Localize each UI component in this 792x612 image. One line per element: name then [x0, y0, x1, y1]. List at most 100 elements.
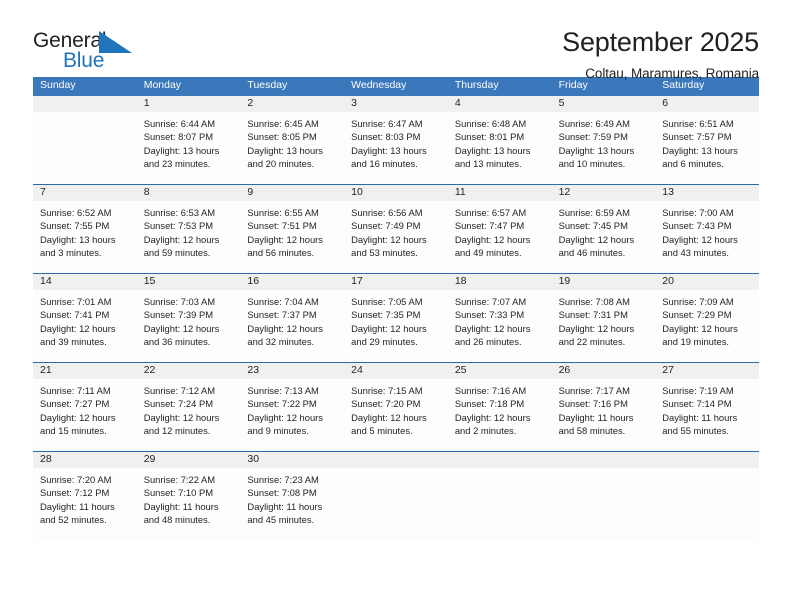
brand-logo[interactable]: General Blue [33, 28, 163, 76]
day-cell-11[interactable]: Sunrise: 6:57 AM Sunset: 7:47 PM Daylight:… [448, 201, 552, 273]
day-cell-26[interactable]: Sunrise: 7:17 AM Sunset: 7:16 PM Daylight:… [552, 379, 656, 451]
day-cell-24[interactable]: Sunrise: 7:15 AM Sunset: 7:20 PM Daylight:… [344, 379, 448, 451]
day-detail-line: Sunset: 7:16 PM [558, 398, 628, 410]
day-number-3[interactable]: 3 [344, 96, 448, 112]
day-detail-line: Sunrise: 7:20 AM [40, 474, 112, 485]
day-cell-22[interactable]: Sunrise: 7:12 AM Sunset: 7:24 PM Daylight:… [137, 379, 241, 451]
day-number-1[interactable]: 1 [137, 96, 241, 112]
day-number-7[interactable]: 7 [33, 185, 137, 201]
day-number-6[interactable]: 6 [655, 96, 759, 112]
day-number-4[interactable]: 4 [448, 96, 552, 112]
day-detail-line: and 43 minutes. [662, 247, 729, 259]
day-detail-line: Sunrise: 6:45 AM [247, 118, 319, 129]
day-detail-line: and 58 minutes. [558, 425, 626, 437]
day-number-25[interactable]: 25 [448, 363, 552, 379]
day-number-5[interactable]: 5 [552, 96, 656, 112]
day-number-11[interactable]: 11 [448, 185, 552, 201]
day-cell-17[interactable]: Sunrise: 7:05 AM Sunset: 7:35 PM Daylight:… [344, 290, 448, 362]
day-detail-line: Daylight: 12 hours [454, 411, 531, 423]
day-cell-20[interactable]: Sunrise: 7:09 AM Sunset: 7:29 PM Daylight:… [655, 290, 759, 362]
day-number-2[interactable]: 2 [240, 96, 344, 112]
day-detail-line: and 10 minutes. [558, 158, 626, 170]
day-cell-15[interactable]: Sunrise: 7:03 AM Sunset: 7:39 PM Daylight:… [137, 290, 241, 362]
day-cell-2[interactable]: Sunrise: 6:45 AM Sunset: 8:05 PM Daylight:… [240, 112, 344, 184]
day-detail-line: Sunrise: 7:03 AM [143, 296, 216, 307]
day-cell-10[interactable]: Sunrise: 6:56 AM Sunset: 7:49 PM Daylight:… [344, 201, 448, 273]
day-cell-4[interactable]: Sunrise: 6:48 AM Sunset: 8:01 PM Daylight:… [448, 112, 552, 184]
day-cell-3[interactable]: Sunrise: 6:47 AM Sunset: 8:03 PM Daylight:… [344, 112, 448, 184]
day-number-9[interactable]: 9 [240, 185, 344, 201]
day-detail-line: and 12 minutes. [143, 425, 211, 437]
day-cell-21[interactable]: Sunrise: 7:11 AM Sunset: 7:27 PM Daylight:… [33, 379, 137, 451]
day-detail-line: Sunset: 7:24 PM [143, 398, 214, 410]
day-detail-line: and 26 minutes. [454, 336, 522, 348]
week-detail-band: Sunrise: 7:20 AM Sunset: 7:12 PM Daylight:… [33, 468, 759, 540]
day-cell-6[interactable]: Sunrise: 6:51 AM Sunset: 7:57 PM Daylight:… [655, 112, 759, 184]
day-detail-line: and 53 minutes. [351, 247, 418, 259]
day-detail-line: Sunrise: 6:49 AM [558, 118, 630, 129]
day-number-20[interactable]: 20 [655, 274, 759, 290]
day-number-12[interactable]: 12 [552, 185, 656, 201]
day-detail-line: and 59 minutes. [143, 247, 211, 259]
day-detail-line: and 52 minutes. [40, 514, 107, 526]
day-detail-line: Sunrise: 6:51 AM [662, 118, 734, 129]
day-cell-27[interactable]: Sunrise: 7:19 AM Sunset: 7:14 PM Daylight:… [655, 379, 759, 451]
day-number-21[interactable]: 21 [33, 363, 137, 379]
day-detail-line: Daylight: 12 hours [351, 411, 427, 423]
day-cell-16[interactable]: Sunrise: 7:04 AM Sunset: 7:37 PM Daylight:… [240, 290, 344, 362]
day-detail-line: Sunset: 7:35 PM [351, 309, 421, 321]
day-cell-9[interactable]: Sunrise: 6:55 AM Sunset: 7:51 PM Daylight:… [240, 201, 344, 273]
day-detail-line: and 9 minutes. [247, 425, 309, 437]
day-detail-line: and 56 minutes. [247, 247, 315, 259]
day-cell-30[interactable]: Sunrise: 7:23 AM Sunset: 7:08 PM Daylight:… [240, 468, 344, 540]
day-cell-14[interactable]: Sunrise: 7:01 AM Sunset: 7:41 PM Daylight:… [33, 290, 137, 362]
day-detail-line: Sunset: 7:39 PM [143, 309, 214, 321]
day-cell-28[interactable]: Sunrise: 7:20 AM Sunset: 7:12 PM Daylight:… [33, 468, 137, 540]
day-detail-line: Sunrise: 7:07 AM [454, 296, 527, 307]
day-cell-8[interactable]: Sunrise: 6:53 AM Sunset: 7:53 PM Daylight:… [137, 201, 241, 273]
day-cell-25[interactable]: Sunrise: 7:16 AM Sunset: 7:18 PM Daylight:… [448, 379, 552, 451]
day-number-26[interactable]: 26 [552, 363, 656, 379]
day-detail-line: Sunrise: 6:55 AM [247, 207, 319, 218]
day-detail-line: Daylight: 11 hours [662, 411, 738, 423]
day-number-empty [344, 452, 448, 468]
day-detail-line: Daylight: 12 hours [351, 322, 427, 334]
day-number-15[interactable]: 15 [137, 274, 241, 290]
day-detail-line: Daylight: 11 hours [143, 500, 219, 512]
weekday-header-monday: Monday [143, 79, 182, 91]
day-number-28[interactable]: 28 [33, 452, 137, 468]
day-detail-line: Daylight: 13 hours [558, 144, 635, 156]
day-detail-line: Sunset: 7:45 PM [558, 220, 628, 232]
day-cell-18[interactable]: Sunrise: 7:07 AM Sunset: 7:33 PM Daylight:… [448, 290, 552, 362]
day-number-empty [655, 452, 759, 468]
day-number-30[interactable]: 30 [240, 452, 344, 468]
day-cell-7[interactable]: Sunrise: 6:52 AM Sunset: 7:55 PM Daylight:… [33, 201, 137, 273]
day-number-22[interactable]: 22 [137, 363, 241, 379]
day-detail-line: Daylight: 13 hours [454, 144, 531, 156]
day-number-14[interactable]: 14 [33, 274, 137, 290]
day-number-8[interactable]: 8 [137, 185, 241, 201]
day-number-18[interactable]: 18 [448, 274, 552, 290]
day-cell-23[interactable]: Sunrise: 7:13 AM Sunset: 7:22 PM Daylight:… [240, 379, 344, 451]
day-cell-1[interactable]: Sunrise: 6:44 AM Sunset: 8:07 PM Daylight:… [137, 112, 241, 184]
day-number-13[interactable]: 13 [655, 185, 759, 201]
day-cell-12[interactable]: Sunrise: 6:59 AM Sunset: 7:45 PM Daylight:… [552, 201, 656, 273]
day-detail-line: Sunrise: 7:09 AM [662, 296, 734, 307]
day-number-16[interactable]: 16 [240, 274, 344, 290]
day-number-10[interactable]: 10 [344, 185, 448, 201]
day-detail-line: Sunrise: 6:56 AM [351, 207, 423, 218]
day-cell-empty [655, 468, 759, 540]
day-number-empty [552, 452, 656, 468]
day-number-19[interactable]: 19 [552, 274, 656, 290]
day-cell-29[interactable]: Sunrise: 7:22 AM Sunset: 7:10 PM Daylight:… [137, 468, 241, 540]
day-number-23[interactable]: 23 [240, 363, 344, 379]
day-detail-line: Daylight: 13 hours [143, 144, 220, 156]
day-number-29[interactable]: 29 [137, 452, 241, 468]
day-cell-19[interactable]: Sunrise: 7:08 AM Sunset: 7:31 PM Daylight:… [552, 290, 656, 362]
day-detail-line: Sunrise: 7:15 AM [351, 385, 423, 396]
day-number-17[interactable]: 17 [344, 274, 448, 290]
day-number-24[interactable]: 24 [344, 363, 448, 379]
day-cell-5[interactable]: Sunrise: 6:49 AM Sunset: 7:59 PM Daylight:… [552, 112, 656, 184]
day-cell-13[interactable]: Sunrise: 7:00 AM Sunset: 7:43 PM Daylight:… [655, 201, 759, 273]
day-number-27[interactable]: 27 [655, 363, 759, 379]
